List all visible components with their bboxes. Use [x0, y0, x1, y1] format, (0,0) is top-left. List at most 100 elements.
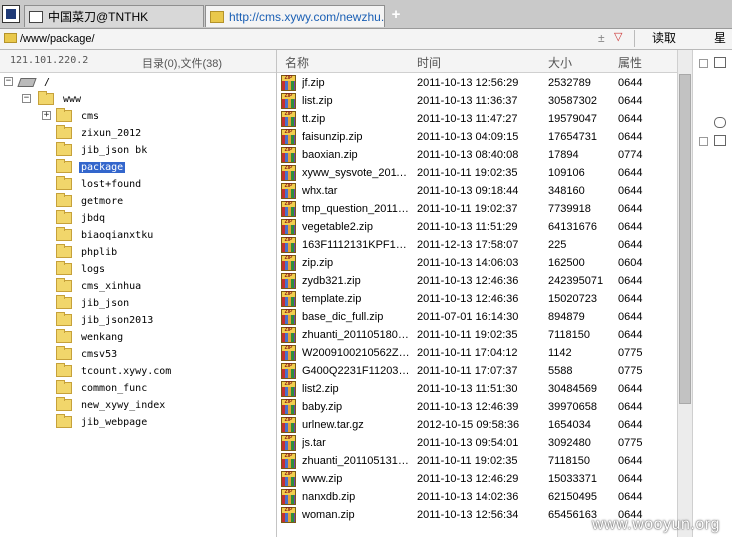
hand-icon[interactable]: [714, 135, 726, 146]
file-perm: 0644: [618, 239, 643, 251]
file-row[interactable]: W2009100210562ZC... 2011-10-11 17:04:12 11…: [277, 344, 677, 362]
file-row[interactable]: list2.zip 2011-10-13 11:51:30 30484569 0644: [277, 380, 677, 398]
collapse-icon[interactable]: −: [4, 77, 13, 86]
file-perm: 0644: [618, 185, 643, 197]
tree-node-root[interactable]: /: [17, 74, 52, 90]
column-time[interactable]: 时间: [417, 54, 441, 71]
file-name: W2009100210562ZC...: [302, 347, 412, 359]
file-row[interactable]: base_dic_full.zip 2011-07-01 16:14:30 8948…: [277, 308, 677, 326]
file-name: G400Q2231F112032...: [302, 365, 412, 377]
tab-chopper[interactable]: 中国菜刀@TNTHK: [24, 5, 204, 27]
file-perm: 0644: [618, 311, 643, 323]
folder-icon: [56, 176, 72, 190]
tree-node[interactable]: getmore: [56, 193, 125, 209]
file-row[interactable]: faisunzip.zip 2011-10-13 04:09:15 17654731…: [277, 128, 677, 146]
watermark-text: www.wooyun.org: [592, 516, 720, 533]
collapse-icon[interactable]: [699, 59, 708, 68]
file-row[interactable]: zhuanti_2011051808... 2011-10-11 19:02:35…: [277, 326, 677, 344]
file-row[interactable]: www.zip 2011-10-13 12:46:29 15033371 0644: [277, 470, 677, 488]
file-row[interactable]: whx.tar 2011-10-13 09:18:44 348160 0644: [277, 182, 677, 200]
tree-node[interactable]: jib_json2013: [56, 312, 155, 328]
archive-icon: [281, 183, 296, 199]
tree-node[interactable]: logs: [56, 261, 107, 277]
star-button[interactable]: 星: [714, 30, 726, 47]
file-row[interactable]: 163F1112131KPF1J2... 2011-12-13 17:58:07 2…: [277, 236, 677, 254]
expand-icon[interactable]: +: [42, 111, 51, 120]
file-row[interactable]: tmp_question_20110... 2011-10-11 19:02:37…: [277, 200, 677, 218]
tree-node-cms[interactable]: cms: [56, 108, 101, 124]
tree-node[interactable]: tcount.xywy.com: [56, 363, 173, 379]
tree-node[interactable]: phplib: [56, 244, 119, 260]
tree-node[interactable]: cmsv53: [56, 346, 119, 362]
file-row[interactable]: zip.zip 2011-10-13 14:06:03 162500 0604: [277, 254, 677, 272]
archive-icon: [281, 219, 296, 235]
file-row[interactable]: G400Q2231F112032... 2011-10-11 17:07:37 55…: [277, 362, 677, 380]
file-size: 17654731: [548, 131, 597, 143]
archive-icon: [281, 363, 296, 379]
file-size: 7118150: [548, 455, 591, 467]
app-menu-icon[interactable]: [2, 5, 20, 23]
tree-node-www[interactable]: www: [38, 91, 83, 107]
path-input[interactable]: [20, 31, 608, 47]
tree-node[interactable]: common_func: [56, 380, 149, 396]
file-size: 7739918: [548, 203, 591, 215]
plus-minus-icon[interactable]: ±: [598, 31, 605, 45]
file-row[interactable]: template.zip 2011-10-13 12:46:36 15020723 0…: [277, 290, 677, 308]
column-name[interactable]: 名称: [285, 54, 309, 71]
file-row[interactable]: zydb321.zip 2011-10-13 12:46:36 242395071 0…: [277, 272, 677, 290]
note-icon[interactable]: [714, 57, 726, 68]
file-row[interactable]: xyww_sysvote_20110... 2011-10-11 19:02:35…: [277, 164, 677, 182]
file-row[interactable]: jf.zip 2011-10-13 12:56:29 2532789 0644: [277, 74, 677, 92]
archive-icon: [281, 201, 296, 217]
file-size: 3092480: [548, 437, 591, 449]
file-perm: 0644: [618, 419, 643, 431]
tab-file-manager[interactable]: http://cms.xywy.com/newzhu...: [205, 5, 385, 27]
tree-node-selected[interactable]: package: [56, 159, 126, 175]
toolbar-icon[interactable]: [714, 117, 726, 128]
vertical-scrollbar[interactable]: [677, 50, 692, 537]
column-size[interactable]: 大小: [548, 54, 572, 71]
archive-icon: [281, 471, 296, 487]
file-name: urlnew.tar.gz: [302, 419, 364, 431]
collapse-icon[interactable]: −: [22, 94, 31, 103]
file-row[interactable]: urlnew.tar.gz 2012-10-15 09:58:36 1654034 0…: [277, 416, 677, 434]
tree-node[interactable]: jib_json bk: [56, 142, 149, 158]
file-row[interactable]: tt.zip 2011-10-13 11:47:27 19579047 0644: [277, 110, 677, 128]
file-row[interactable]: vegetable2.zip 2011-10-13 11:51:29 6413167…: [277, 218, 677, 236]
file-name: nanxdb.zip: [302, 491, 356, 503]
file-row[interactable]: nanxdb.zip 2011-10-13 14:02:36 62150495 064…: [277, 488, 677, 506]
tab-label: 中国菜刀@TNTHK: [48, 10, 149, 24]
file-row[interactable]: baby.zip 2011-10-13 12:46:39 39970658 0644: [277, 398, 677, 416]
file-perm: 0644: [618, 383, 643, 395]
chevron-down-icon[interactable]: ▽: [614, 30, 622, 43]
tree-node[interactable]: cms_xinhua: [56, 278, 143, 294]
collapse-icon[interactable]: [699, 137, 708, 146]
tree-node[interactable]: lost+found: [56, 176, 143, 192]
file-time: 2011-10-13 12:46:36: [417, 275, 519, 287]
tree-node[interactable]: jib_webpage: [56, 414, 149, 430]
archive-icon: [281, 309, 296, 325]
tree-node[interactable]: new_xywy_index: [56, 397, 167, 413]
tree-node[interactable]: biaoqianxtku: [56, 227, 155, 243]
tree-node[interactable]: wenkang: [56, 329, 125, 345]
tree-node[interactable]: jbdq: [56, 210, 107, 226]
file-name: zhuanti_2011051808...: [302, 329, 412, 341]
file-row[interactable]: zhuanti_2011051315... 2011-10-11 19:02:35…: [277, 452, 677, 470]
file-name: base_dic_full.zip: [302, 311, 384, 323]
file-row[interactable]: list.zip 2011-10-13 11:36:37 30587302 0644: [277, 92, 677, 110]
column-perm[interactable]: 属性: [618, 54, 642, 71]
file-row[interactable]: baoxian.zip 2011-10-13 08:40:08 17894 0774: [277, 146, 677, 164]
add-tab-icon[interactable]: +: [388, 7, 404, 23]
archive-icon: [281, 381, 296, 397]
read-button[interactable]: 读取: [634, 30, 693, 47]
file-time: 2011-10-13 09:54:01: [417, 437, 519, 449]
file-size: 242395071: [548, 275, 604, 287]
scrollbar-thumb[interactable]: [679, 74, 691, 404]
tree-node[interactable]: jib_json: [56, 295, 131, 311]
file-time: 2011-10-13 14:02:36: [417, 491, 519, 503]
tree-node[interactable]: zixun_2012: [56, 125, 143, 141]
file-perm: 0775: [618, 365, 643, 377]
file-row[interactable]: js.tar 2011-10-13 09:54:01 3092480 0775: [277, 434, 677, 452]
file-perm: 0604: [618, 257, 643, 269]
file-time: 2011-10-11 19:02:35: [417, 455, 518, 467]
